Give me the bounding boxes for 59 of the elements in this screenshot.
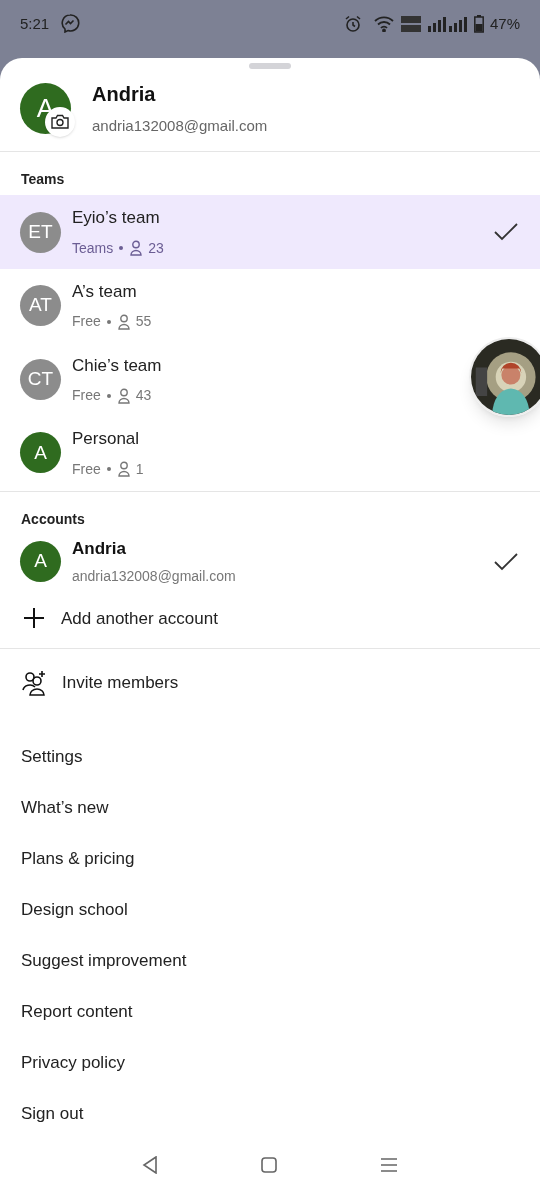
account-avatar: A (20, 541, 61, 583)
clock-time: 5:21 (20, 14, 50, 34)
person-icon (116, 461, 131, 478)
team-item[interactable]: ET Eyio’s team Teams 23 (0, 195, 540, 269)
person-icon (116, 387, 131, 404)
messenger-icon (60, 13, 81, 33)
profile-email: andria132008@gmail.com (92, 115, 268, 136)
bullet-icon (106, 467, 111, 472)
team-name: Personal (72, 428, 141, 451)
section-heading: Accounts (21, 510, 85, 527)
plus-icon (24, 608, 44, 629)
team-avatar: A (20, 432, 61, 474)
invite-members-button[interactable]: Invite members (0, 648, 540, 717)
account-item[interactable]: A Andria andria132008@gmail.com (0, 534, 540, 589)
member-count: 1 (135, 459, 144, 479)
recents-icon[interactable] (380, 1156, 399, 1173)
back-icon[interactable] (141, 1155, 158, 1174)
menu-item[interactable]: Sign out (0, 1088, 540, 1140)
team-name: A’s team (72, 280, 138, 303)
checkmark-icon (494, 223, 518, 242)
menu-item[interactable]: Report content (0, 986, 540, 1038)
team-plan: Teams (72, 238, 114, 258)
battery-icon (473, 15, 484, 34)
person-icon (116, 313, 131, 330)
battery-percentage: 47% (489, 14, 520, 34)
team-avatar: ET (20, 211, 61, 253)
drag-handle[interactable] (249, 63, 291, 69)
menu-item[interactable]: Design school (0, 884, 540, 936)
add-account-button[interactable]: Add another account (0, 588, 540, 649)
team-name: Chie’s team (72, 354, 162, 377)
add-people-icon (22, 669, 48, 696)
account-name: Andria (72, 538, 127, 560)
person-icon (129, 240, 144, 257)
wifi-icon (373, 16, 394, 33)
member-count: 23 (148, 238, 164, 258)
bullet-icon (119, 246, 124, 251)
team-plan: Free (72, 459, 101, 479)
menu-item[interactable]: Plans & pricing (0, 833, 540, 885)
signal-icon (427, 16, 468, 33)
team-plan: Free (72, 312, 101, 332)
camera-icon (51, 114, 69, 130)
team-plan: Free (72, 386, 101, 405)
team-avatar: AT (20, 285, 61, 327)
home-icon[interactable] (261, 1156, 277, 1173)
account-email: andria132008@gmail.com (72, 567, 236, 587)
team-name: Eyio’s team (72, 207, 161, 230)
menu-item[interactable]: What’s new (0, 782, 540, 834)
bullet-icon (106, 393, 111, 398)
member-count: 43 (135, 386, 152, 405)
member-count: 55 (135, 312, 152, 332)
checkmark-icon (494, 552, 518, 571)
menu-item[interactable]: Suggest improvement (0, 935, 540, 987)
alarm-icon (343, 15, 362, 34)
team-avatar: CT (20, 358, 61, 400)
profile-name: Andria (92, 81, 157, 107)
section-heading: Teams (21, 171, 65, 188)
menu-item[interactable]: Privacy policy (0, 1037, 540, 1089)
bullet-icon (106, 319, 111, 324)
menu-item[interactable]: Settings (0, 731, 540, 783)
